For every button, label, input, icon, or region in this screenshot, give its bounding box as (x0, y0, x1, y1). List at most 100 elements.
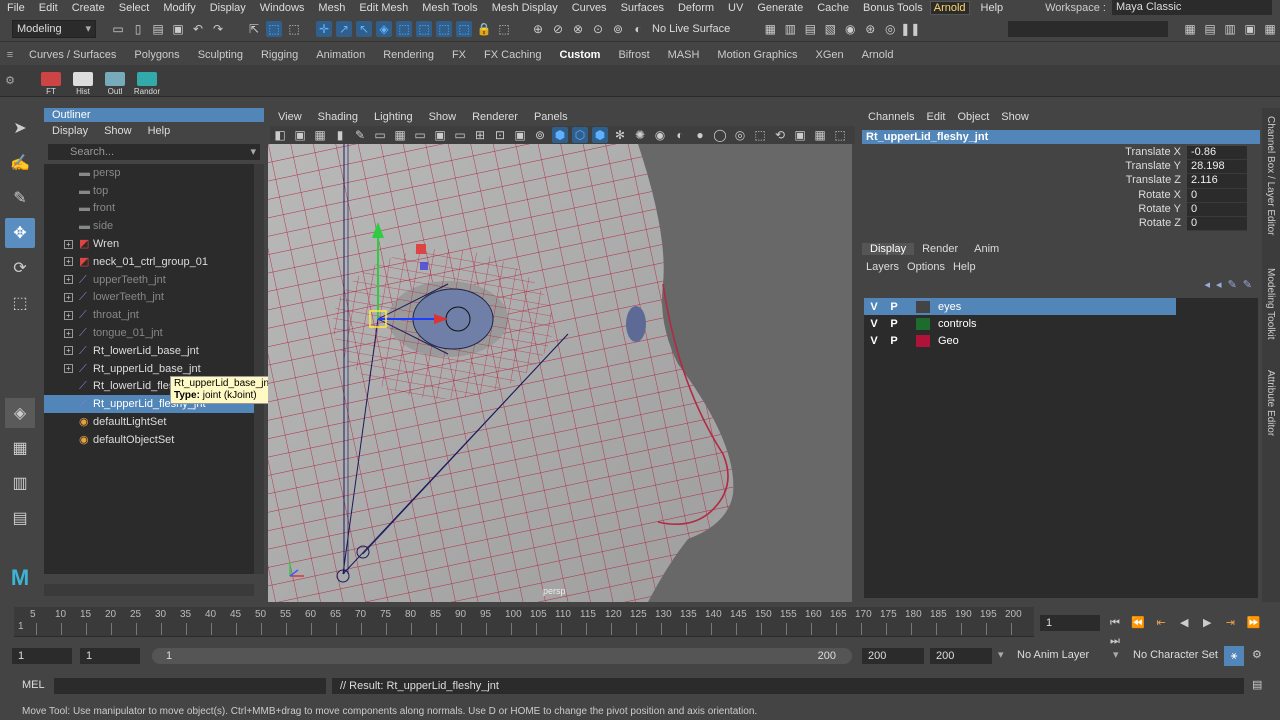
snap-curve-icon[interactable]: ⊘ (550, 21, 566, 37)
outliner-hscrollbar[interactable] (44, 584, 254, 596)
layer-visibility-toggle[interactable]: V (864, 318, 884, 330)
gate-mask-icon[interactable]: ▭ (452, 127, 468, 143)
two-pane-icon[interactable]: ▥ (5, 468, 35, 498)
layer-playback-toggle[interactable]: P (884, 318, 904, 330)
film-gate-icon[interactable]: ▭ (412, 127, 428, 143)
mask-render-icon[interactable]: ⬚ (416, 20, 432, 37)
color-management-icon[interactable]: ⬚ (832, 127, 848, 143)
outliner-menu-show[interactable]: Show (96, 125, 140, 137)
layer-color-swatch[interactable] (916, 317, 930, 330)
character-set-dropdown-icon[interactable]: ▾ (1113, 648, 1119, 661)
single-pane-icon[interactable]: ◈ (5, 398, 35, 428)
step-forward-key-icon[interactable]: ⏩ (1243, 613, 1263, 631)
expand-icon[interactable]: + (64, 364, 73, 374)
outliner-menu-help[interactable]: Help (140, 125, 179, 137)
xray-components-icon[interactable]: ▣ (792, 127, 808, 143)
shelf-tab-animation[interactable]: Animation (307, 45, 374, 65)
smooth-shade-icon[interactable]: ⬢ (552, 127, 568, 143)
mask-curves-icon[interactable]: ↗ (336, 20, 352, 37)
expand-icon[interactable]: + (64, 328, 73, 338)
menu-mesh[interactable]: Mesh (311, 2, 352, 14)
layer-name[interactable]: eyes (934, 301, 961, 313)
channel-box-icon[interactable]: ▣ (1242, 21, 1258, 37)
2d-pan-icon[interactable]: ✎ (352, 127, 368, 143)
expand-icon[interactable]: + (64, 275, 73, 285)
step-forward-frame-icon[interactable]: ⇥ (1220, 613, 1240, 631)
snap-point-icon[interactable]: ⊗ (570, 21, 586, 37)
four-pane-icon[interactable]: ▦ (5, 433, 35, 463)
mask-joints-icon[interactable]: ⬚ (456, 20, 472, 37)
shelf-options-icon[interactable]: ⚙ (0, 74, 20, 87)
side-tab-modeling-toolkit[interactable]: Modeling Toolkit (1265, 268, 1276, 340)
snap-surface-icon[interactable]: ⊚ (610, 21, 626, 37)
range-slider-bar[interactable]: 1 200 (152, 648, 852, 664)
menu-bonus-tools[interactable]: Bonus Tools (856, 2, 930, 14)
outliner-item[interactable]: + ⟋ lowerTeeth_jnt (44, 289, 254, 307)
command-input[interactable] (54, 678, 326, 694)
layer-playback-toggle[interactable]: P (884, 301, 904, 313)
menu-mesh-tools[interactable]: Mesh Tools (415, 2, 484, 14)
outliner-item[interactable]: ▬ persp (44, 164, 254, 182)
menu-create[interactable]: Create (65, 2, 112, 14)
shelf-tab-rigging[interactable]: Rigging (252, 45, 307, 65)
layer-row[interactable]: V P Geo (864, 332, 1176, 349)
outliner-item[interactable]: + ◩ Wren (44, 235, 254, 253)
viewport-menu-shading[interactable]: Shading (310, 111, 366, 123)
channel-object-name[interactable]: Rt_upperLid_fleshy_jnt (862, 130, 1260, 144)
layer-tab-display[interactable]: Display (862, 243, 915, 255)
layer-color-swatch[interactable] (916, 300, 930, 313)
channel-value[interactable]: 0 (1187, 216, 1247, 232)
channel-name[interactable]: Translate X (862, 146, 1187, 160)
layer-row[interactable]: V Peyes (864, 298, 1176, 315)
ipr-icon[interactable]: ▤ (802, 21, 818, 37)
shelf-tab-arnold[interactable]: Arnold (853, 45, 903, 65)
menu-select[interactable]: Select (112, 2, 157, 14)
shelf-tab-xgen[interactable]: XGen (807, 45, 853, 65)
bookmark-icon[interactable]: ▦ (312, 127, 328, 143)
outliner-layout-icon[interactable]: ▤ (5, 503, 35, 533)
move-tool-icon[interactable]: ✥ (5, 218, 35, 248)
outliner-item[interactable]: + ◩ neck_01_ctrl_group_01 (44, 253, 254, 271)
history-icon[interactable]: ▦ (762, 21, 778, 37)
layer-playback-toggle[interactable]: P (884, 335, 904, 347)
layer-name[interactable]: controls (934, 318, 977, 330)
shelf-button-hist[interactable]: Hist (68, 66, 98, 96)
layout-icon[interactable]: ▦ (1262, 21, 1278, 37)
layer-tab-render[interactable]: Render (914, 243, 966, 255)
mask-deform-icon[interactable]: ◈ (376, 20, 392, 37)
current-frame-field[interactable]: 1 (1040, 615, 1100, 631)
live-surface-icon[interactable]: ◐ (630, 21, 646, 37)
render-icon[interactable]: ▥ (782, 21, 798, 37)
preferences-icon[interactable]: ⚙ (1252, 648, 1262, 661)
menu-deform[interactable]: Deform (671, 2, 721, 14)
channel-name[interactable]: Rotate X (862, 189, 1187, 203)
scale-tool-icon[interactable]: ⬚ (5, 288, 35, 318)
menu-uv[interactable]: UV (721, 2, 750, 14)
shadows-icon[interactable]: ✺ (632, 127, 648, 143)
gamma-icon[interactable]: ▦ (812, 127, 828, 143)
new-layer-selected-icon[interactable]: ✎ (1243, 278, 1252, 291)
quick-select-field[interactable] (1008, 20, 1168, 37)
motion-blur-icon[interactable]: ◐ (672, 127, 688, 143)
paint-select-icon[interactable]: ✎ (5, 183, 35, 213)
move-layer-up-icon[interactable]: ◂ (1205, 278, 1211, 291)
outliner-search-input[interactable]: Search... ▾ (48, 144, 260, 160)
arnold-render-icon[interactable]: ◎ (882, 21, 898, 37)
outliner-scrollbar[interactable] (254, 164, 264, 574)
depth-of-field-icon[interactable]: ◯ (712, 127, 728, 143)
menu-modify[interactable]: Modify (156, 2, 202, 14)
command-language-label[interactable]: MEL (22, 679, 45, 691)
viewport-menu-panels[interactable]: Panels (526, 111, 576, 123)
mask-surfaces-icon[interactable]: ↖ (356, 20, 372, 37)
new-layer-icon[interactable]: ✎ (1228, 278, 1237, 291)
step-back-frame-icon[interactable]: ⇤ (1151, 613, 1171, 631)
shelf-button-outl[interactable]: Outl (100, 66, 130, 96)
expand-icon[interactable]: + (64, 310, 73, 320)
shelf-tab-rendering[interactable]: Rendering (374, 45, 443, 65)
outliner-item[interactable]: ◉ defaultObjectSet (44, 431, 254, 449)
wireframe-on-shaded-icon[interactable]: ⬡ (572, 127, 588, 143)
textured-icon[interactable]: ⬢ (592, 127, 608, 143)
outliner-item[interactable]: ◉ defaultLightSet (44, 413, 254, 431)
camera-select-icon[interactable]: ◧ (272, 127, 288, 143)
channel-value[interactable]: 0 (1187, 202, 1247, 217)
